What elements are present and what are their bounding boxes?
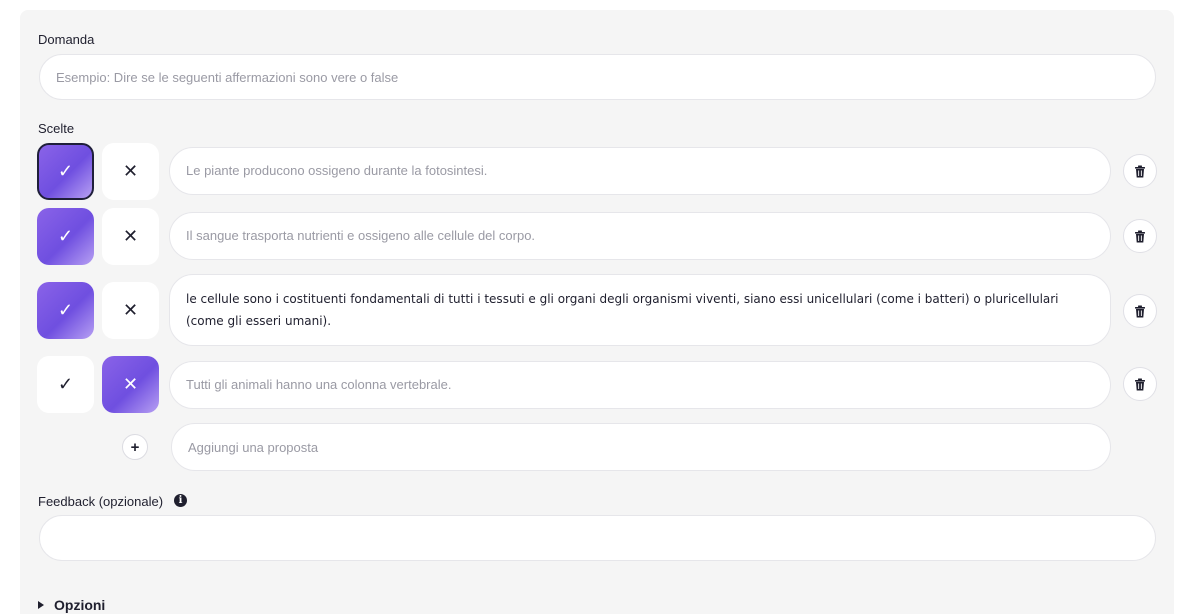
feedback-label: Feedback (opzionale) bbox=[38, 494, 164, 509]
check-icon: ✓ bbox=[57, 374, 74, 394]
delete-choice-button-4[interactable] bbox=[1123, 367, 1157, 401]
x-icon: ✕ bbox=[122, 226, 139, 246]
check-icon: ✓ bbox=[57, 300, 74, 320]
trash-icon bbox=[1135, 230, 1145, 242]
trash-icon bbox=[1135, 305, 1145, 317]
true-toggle-1[interactable]: ✓ bbox=[37, 143, 94, 200]
false-toggle-1[interactable]: ✕ bbox=[102, 143, 159, 200]
trash-icon bbox=[1135, 378, 1145, 390]
choice-input-3[interactable]: le cellule sono i costituenti fondamenta… bbox=[169, 274, 1111, 346]
add-choice-placeholder: Aggiungi una proposta bbox=[188, 439, 319, 455]
false-toggle-4[interactable]: ✕ bbox=[102, 356, 159, 413]
delete-choice-button-1[interactable] bbox=[1123, 154, 1157, 188]
x-icon: ✕ bbox=[122, 161, 139, 181]
info-icon[interactable]: i bbox=[174, 494, 187, 507]
choices-label: Scelte bbox=[38, 121, 75, 136]
choice-text-2: Il sangue trasporta nutrienti e ossigeno… bbox=[186, 228, 536, 243]
x-icon: ✕ bbox=[122, 300, 139, 320]
options-label: Opzioni bbox=[54, 597, 106, 613]
choice-text-1: Le piante producono ossigeno durante la … bbox=[186, 163, 488, 178]
false-toggle-3[interactable]: ✕ bbox=[102, 282, 159, 339]
question-input[interactable]: Esempio: Dire se le seguenti affermazion… bbox=[39, 54, 1156, 100]
delete-choice-button-2[interactable] bbox=[1123, 219, 1157, 253]
question-placeholder: Esempio: Dire se le seguenti affermazion… bbox=[56, 69, 399, 85]
choice-text-3: le cellule sono i costituenti fondamenta… bbox=[186, 292, 1059, 328]
feedback-input[interactable] bbox=[39, 515, 1156, 561]
choice-input-2[interactable]: Il sangue trasporta nutrienti e ossigeno… bbox=[169, 212, 1111, 260]
question-label: Domanda bbox=[38, 32, 95, 47]
info-glyph: i bbox=[178, 495, 183, 506]
plus-icon: + bbox=[130, 438, 140, 456]
true-toggle-3[interactable]: ✓ bbox=[37, 282, 94, 339]
check-icon: ✓ bbox=[57, 161, 74, 181]
delete-choice-button-3[interactable] bbox=[1123, 294, 1157, 328]
true-toggle-4[interactable]: ✓ bbox=[37, 356, 94, 413]
add-choice-button[interactable]: + bbox=[122, 434, 148, 460]
caret-right-icon bbox=[38, 601, 44, 609]
choice-input-4[interactable]: Tutti gli animali hanno una colonna vert… bbox=[169, 361, 1111, 409]
options-toggle[interactable]: Opzioni bbox=[38, 597, 105, 613]
check-icon: ✓ bbox=[57, 226, 74, 246]
true-toggle-2[interactable]: ✓ bbox=[37, 208, 94, 265]
add-choice-input[interactable]: Aggiungi una proposta bbox=[171, 423, 1111, 471]
x-icon: ✕ bbox=[122, 374, 139, 394]
choice-text-4: Tutti gli animali hanno una colonna vert… bbox=[186, 377, 452, 392]
trash-icon bbox=[1135, 165, 1145, 177]
choice-input-1[interactable]: Le piante producono ossigeno durante la … bbox=[169, 147, 1111, 195]
false-toggle-2[interactable]: ✕ bbox=[102, 208, 159, 265]
